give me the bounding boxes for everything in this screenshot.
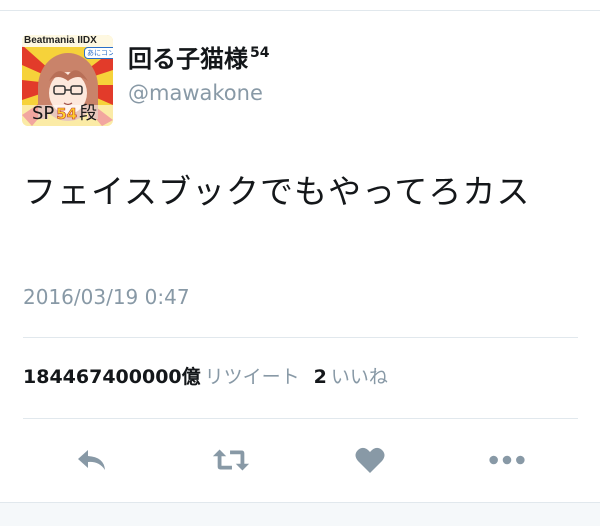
avatar-top-text: Beatmania IIDX [24,35,97,46]
stats-divider-top [23,337,578,338]
more-icon [489,455,525,465]
user-handle[interactable]: @mawakone [128,80,263,106]
display-name[interactable]: 回る子猫様 [128,44,248,74]
avatar-rank-suffix: 段 [79,103,98,124]
retweet-label[interactable]: リツイート [205,364,300,390]
bottom-band [0,502,600,526]
tweet-stats: 184467400000億 リツイート 2 いいね [23,364,388,390]
heart-icon [355,447,385,473]
retweet-icon [212,449,250,471]
reply-icon [78,450,105,470]
avatar[interactable]: Beatmania IIDX あにコン SP 54 段 [22,35,113,126]
like-label[interactable]: いいね [331,364,388,390]
avatar-rank-prefix: SP [32,103,55,124]
display-name-superscript: 54 [250,45,270,61]
like-count[interactable]: 2 [314,364,327,390]
user-name-row[interactable]: 回る子猫様 54 [128,44,269,74]
tweet-text: フェイスブックでもやってろカス [23,172,531,211]
like-button[interactable] [350,440,390,480]
tweet-timestamp[interactable]: 2016/03/19 0:47 [23,284,190,310]
action-bar [0,440,600,480]
avatar-rank-number: 54 [56,105,78,124]
top-divider [0,10,600,11]
stats-divider-bottom [23,418,578,419]
retweet-button[interactable] [211,440,251,480]
more-button[interactable] [487,440,527,480]
retweet-count[interactable]: 184467400000億 [23,364,201,390]
reply-button[interactable] [72,440,112,480]
avatar-badge: あにコン [84,47,113,59]
